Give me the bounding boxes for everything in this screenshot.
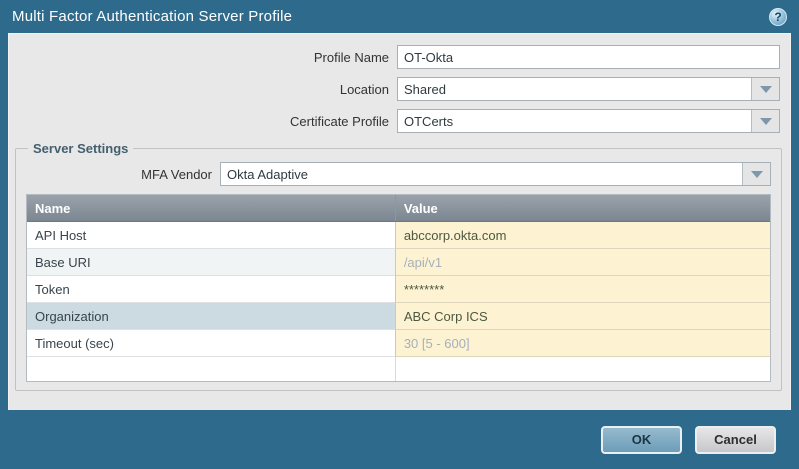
certificate-profile-dropdown[interactable]: OTCerts <box>397 109 780 133</box>
mfa-vendor-dropdown-trigger[interactable] <box>742 163 770 185</box>
table-header-row: Name Value <box>27 195 770 222</box>
setting-value-input[interactable]: abccorp.okta.com <box>395 222 770 249</box>
location-row: Location Shared <box>9 77 780 101</box>
location-label: Location <box>9 82 397 97</box>
setting-name: Organization <box>27 303 395 330</box>
cancel-button[interactable]: Cancel <box>695 426 776 454</box>
dialog-footer: OK Cancel <box>0 410 799 469</box>
server-settings-group: Server Settings MFA Vendor Okta Adaptive… <box>15 141 782 391</box>
caret-down-icon <box>751 171 763 178</box>
setting-name: Token <box>27 276 395 303</box>
dialog-title: Multi Factor Authentication Server Profi… <box>12 8 292 25</box>
mfa-vendor-dropdown[interactable]: Okta Adaptive <box>220 162 771 186</box>
setting-name: API Host <box>27 222 395 249</box>
table-row[interactable]: Timeout (sec) 30 [5 - 600] <box>27 330 770 357</box>
column-header-value[interactable]: Value <box>395 195 770 221</box>
setting-name: Base URI <box>27 249 395 276</box>
dialog-content: Profile Name Location Shared Certificate… <box>8 33 791 410</box>
table-row[interactable]: Token ******** <box>27 276 770 303</box>
mfa-vendor-row: MFA Vendor Okta Adaptive <box>24 162 771 186</box>
profile-name-label: Profile Name <box>9 50 397 65</box>
caret-down-icon <box>760 86 772 93</box>
location-dropdown[interactable]: Shared <box>397 77 780 101</box>
mfa-vendor-value: Okta Adaptive <box>221 163 742 185</box>
location-value: Shared <box>398 78 751 100</box>
column-header-name[interactable]: Name <box>27 195 395 221</box>
table-row[interactable]: API Host abccorp.okta.com <box>27 222 770 249</box>
table-row-selected[interactable]: Organization ABC Corp ICS <box>27 303 770 330</box>
profile-name-input[interactable] <box>397 45 780 69</box>
mfa-server-profile-dialog: Multi Factor Authentication Server Profi… <box>0 0 799 469</box>
caret-down-icon <box>760 118 772 125</box>
vendor-settings-table: Name Value API Host abccorp.okta.com Bas… <box>26 194 771 382</box>
ok-button[interactable]: OK <box>601 426 682 454</box>
setting-value-input[interactable]: ******** <box>395 276 770 303</box>
certificate-profile-dropdown-trigger[interactable] <box>751 110 779 132</box>
setting-value-input[interactable]: /api/v1 <box>395 249 770 276</box>
certificate-profile-value: OTCerts <box>398 110 751 132</box>
setting-value-input[interactable]: ABC Corp ICS <box>395 303 770 330</box>
table-row[interactable]: Base URI /api/v1 <box>27 249 770 276</box>
certificate-profile-label: Certificate Profile <box>9 114 397 129</box>
dialog-titlebar: Multi Factor Authentication Server Profi… <box>0 0 799 33</box>
profile-name-row: Profile Name <box>9 45 780 69</box>
location-dropdown-trigger[interactable] <box>751 78 779 100</box>
help-icon[interactable]: ? <box>769 8 787 26</box>
table-empty-area <box>27 357 770 381</box>
certificate-profile-row: Certificate Profile OTCerts <box>9 109 780 133</box>
setting-name: Timeout (sec) <box>27 330 395 357</box>
setting-value-input[interactable]: 30 [5 - 600] <box>395 330 770 357</box>
server-settings-legend: Server Settings <box>28 141 133 156</box>
mfa-vendor-label: MFA Vendor <box>24 167 220 182</box>
